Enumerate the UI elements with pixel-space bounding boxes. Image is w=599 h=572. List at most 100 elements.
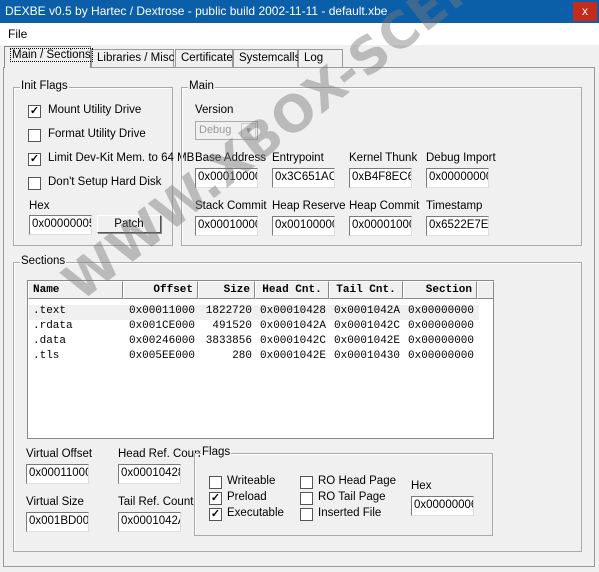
table-cell: 3833856 [205, 335, 252, 347]
checkbox[interactable]: ✓ [28, 153, 41, 166]
version-select[interactable]: Debug ▼ [195, 121, 258, 140]
table-cell: 0x0001042E [334, 335, 401, 347]
field-input[interactable]: 0x00100000 [272, 216, 335, 236]
tab-main-sections[interactable]: Main / Sections [4, 46, 93, 68]
checkbox-label: Inserted File [318, 507, 382, 519]
init-flags-hex-input[interactable]: 0x00000005 [29, 215, 92, 235]
table-cell: 0x00000000 [408, 320, 475, 332]
checkbox[interactable]: ✓ [209, 492, 222, 505]
checkbox[interactable]: ✓ [28, 105, 41, 118]
tab-libraries-misc[interactable]: Libraries / Misc [91, 49, 174, 68]
menu-file[interactable]: File [8, 27, 27, 41]
checkbox[interactable] [300, 508, 313, 521]
checkbox[interactable] [300, 492, 313, 505]
field-input[interactable]: 0x6522E7E2 [426, 216, 489, 236]
checkbox-label: Preload [227, 491, 267, 503]
table-cell: 0x0001042A [260, 320, 327, 332]
table-cell: 491520 [212, 320, 252, 332]
checkbox-label: Format Utility Drive [48, 128, 146, 140]
column-header-filler [477, 281, 494, 299]
virtual-offset-input[interactable]: 0x00011000 [26, 464, 89, 484]
field-input[interactable]: 0x00010000 [195, 216, 258, 236]
table-cell: 0x00011000 [128, 305, 195, 317]
field-label: Heap Reserve [272, 200, 346, 212]
field-label: Base Address [195, 152, 266, 164]
version-label: Version [195, 104, 234, 116]
checkbox[interactable] [28, 177, 41, 190]
tab-panel: Init Flags ✓ Mount Utility Drive Format Ut… [3, 67, 595, 567]
table-cell: 0x00000000 [408, 350, 475, 362]
table-cell: .tls [33, 350, 60, 362]
checkbox-label: Limit Dev-Kit Mem. to 64 MB [48, 152, 195, 164]
checkbox[interactable]: ✓ [209, 508, 222, 521]
table-cell: 280 [232, 350, 252, 362]
flags-group: Flags Writeable ✓ Preload ✓ Executable RO Hea… [194, 446, 493, 536]
field-input[interactable]: 0x00000000 [426, 168, 489, 188]
patch-button[interactable]: Patch [97, 215, 161, 233]
group-title: Init Flags [20, 80, 69, 92]
table-cell: 0x00246000 [128, 335, 195, 347]
field-label: Stack Commit [195, 200, 267, 212]
checkbox-label: Mount Utility Drive [48, 104, 142, 116]
field-input[interactable]: 0x00010000 [195, 168, 258, 188]
group-title: Main [188, 80, 215, 92]
tail-ref-count-input[interactable]: 0x0001042A [118, 512, 181, 532]
field-input[interactable]: 0xB4F8EC64 [349, 168, 412, 188]
field-label: Kernel Thunk [349, 152, 418, 164]
close-button[interactable]: x [573, 2, 597, 21]
table-row[interactable]: .tls 0x005EE000 280 0x0001042E 0x00010430 0x0… [29, 350, 479, 365]
version-value: Debug [199, 124, 232, 136]
sections-list[interactable]: Name Offset Size Head Cnt. Tail Cnt. Section … [27, 280, 494, 439]
tab-systemcalls[interactable]: Systemcalls [233, 49, 300, 68]
table-cell: 0x001CE000 [128, 320, 195, 332]
column-header[interactable]: Size [198, 281, 255, 299]
table-cell: 0x0001042C [334, 320, 401, 332]
group-title: Sections [20, 255, 67, 267]
virtual-size-label: Virtual Size [26, 496, 84, 508]
table-cell: 0x0001042E [260, 350, 327, 362]
column-header[interactable]: Offset [123, 281, 198, 299]
column-header[interactable]: Tail Cnt. [329, 281, 403, 299]
field-label: Debug Import [426, 152, 496, 164]
tab-log[interactable]: Log [298, 49, 343, 68]
table-row[interactable]: .data 0x00246000 3833856 0x0001042C 0x000104… [29, 335, 479, 350]
checkbox-label: Writeable [227, 475, 276, 487]
table-cell: 0x005EE000 [128, 350, 195, 362]
column-header[interactable]: Section [403, 281, 477, 299]
table-cell: .text [33, 305, 67, 317]
checkbox[interactable] [300, 476, 313, 489]
table-row[interactable]: .rdata 0x001CE000 491520 0x0001042A 0x000104… [29, 320, 479, 335]
group-title: Flags [201, 446, 232, 458]
field-label: Timestamp [426, 200, 483, 212]
title-bar: DEXBE v0.5 by Hartec / Dextrose - public… [0, 0, 599, 23]
checkbox-label: RO Tail Page [318, 491, 386, 503]
menu-bar: File [0, 23, 599, 45]
field-input[interactable]: 0x00001000 [349, 216, 412, 236]
head-ref-count-input[interactable]: 0x00010428 [118, 464, 181, 484]
column-header[interactable]: Head Cnt. [255, 281, 329, 299]
tail-ref-count-label: Tail Ref. Count [118, 496, 194, 508]
table-cell: 0x00010428 [260, 305, 327, 317]
init-flags-group: Init Flags ✓ Mount Utility Drive Format Ut… [13, 80, 194, 246]
table-cell: 0x0001042C [260, 335, 327, 347]
head-ref-count-label: Head Ref. Count [118, 448, 204, 460]
checkbox[interactable] [28, 129, 41, 142]
table-cell: 0x00010430 [334, 350, 401, 362]
field-input[interactable]: 0x3C651AC0 [272, 168, 335, 188]
column-header[interactable]: Name [28, 281, 123, 299]
checkbox[interactable] [209, 476, 222, 489]
chevron-down-icon[interactable]: ▼ [241, 123, 256, 138]
table-cell: 0x00000000 [408, 335, 475, 347]
virtual-offset-label: Virtual Offset [26, 448, 93, 460]
flags-hex-input[interactable]: 0x00000006 [411, 496, 474, 516]
checkbox-label: Executable [227, 507, 284, 519]
tab-label: Main / Sections [10, 48, 93, 62]
hex-label: Hex [29, 200, 50, 212]
table-row[interactable]: .text 0x00011000 1822720 0x00010428 0x000104… [29, 305, 479, 320]
main-group: Main Version Debug ▼ Base Address 0x00010… [181, 80, 582, 246]
tab-certificate[interactable]: Certificate [175, 49, 233, 68]
virtual-size-input[interactable]: 0x001BD000 [26, 512, 89, 532]
table-cell: .data [33, 335, 67, 347]
field-label: Entrypoint [272, 152, 324, 164]
table-cell: 1822720 [205, 305, 252, 317]
